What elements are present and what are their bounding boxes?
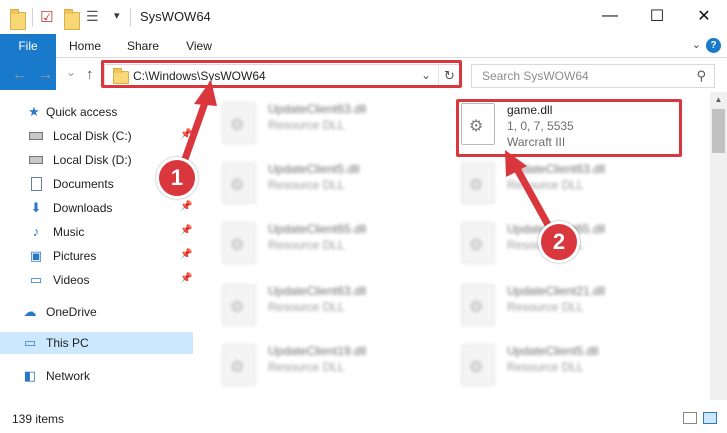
arrow-2-shaft	[512, 163, 556, 236]
item-count: 139 items	[12, 412, 65, 426]
status-bar: 139 items	[0, 400, 727, 433]
large-icons-view-icon[interactable]	[703, 412, 717, 424]
details-view-icon[interactable]	[683, 412, 697, 424]
step-1-badge: 1	[156, 157, 198, 199]
arrow-1-head	[194, 80, 217, 106]
annotation-arrows	[180, 80, 556, 236]
arrow-1-shaft	[180, 93, 211, 166]
step-2-badge: 2	[538, 221, 580, 263]
